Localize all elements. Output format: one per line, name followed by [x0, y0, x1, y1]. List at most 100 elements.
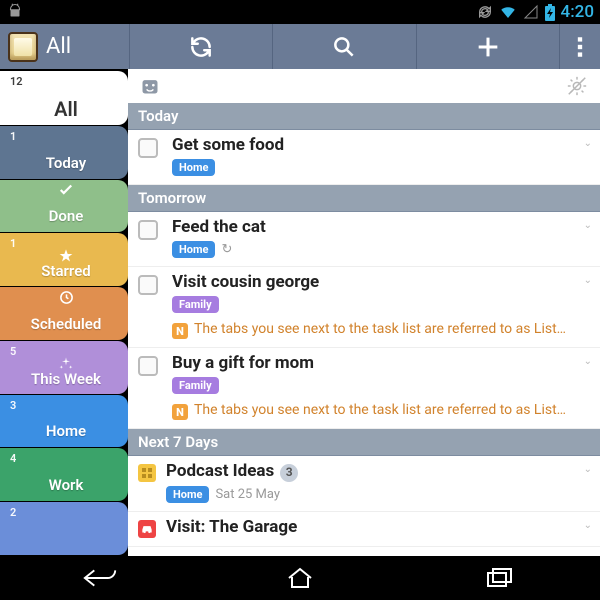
sidebar-item-all[interactable]: 12 All — [0, 71, 128, 125]
task-row[interactable]: Buy a gift for mom Family NThe tabs you se… — [128, 348, 600, 429]
main-area: 12 All 1 Today Done 1 Starred Scheduled 5 This We… — [0, 69, 600, 556]
sidebar-count: 2 — [10, 506, 122, 519]
recur-icon: ↻ — [221, 242, 232, 257]
plus-icon — [474, 33, 502, 61]
search-icon — [331, 34, 357, 60]
brightness-icon[interactable] — [566, 75, 588, 97]
section-header: Tomorrow — [128, 185, 600, 212]
sidebar-count: 12 — [10, 75, 122, 88]
tag-badge: Home — [166, 486, 209, 503]
sidebar-item-label: Scheduled — [10, 316, 122, 332]
task-title: Visit cousin george — [172, 273, 590, 292]
sidebar-item-label: Work — [10, 477, 122, 493]
sidebar-item-home[interactable]: 3 Home — [0, 395, 128, 448]
app-title-block[interactable]: All — [0, 24, 130, 69]
sidebar-item-starred[interactable]: 1 Starred — [0, 233, 128, 286]
task-title: Feed the cat — [172, 218, 590, 237]
chevron-down-icon: ⌄ — [584, 220, 592, 231]
note-icon: N — [172, 323, 188, 339]
sidebar-count: 4 — [10, 452, 122, 465]
task-title: Podcast Ideas3 — [166, 462, 590, 482]
task-row[interactable]: Visit: The Garage⌄ — [128, 512, 600, 547]
status-time: 4:20 — [561, 2, 594, 22]
section-header: Today — [128, 103, 600, 130]
sync-icon — [188, 34, 214, 60]
nav-home-button[interactable] — [200, 556, 400, 600]
sidebar-count: 3 — [10, 399, 122, 412]
sync-button[interactable] — [130, 24, 273, 69]
cell-signal-icon — [523, 4, 539, 20]
task-title: Buy a gift for mom — [172, 354, 590, 373]
nav-recent-button[interactable] — [400, 556, 600, 600]
task-checkbox[interactable] — [138, 220, 158, 240]
task-count: 3 — [280, 464, 298, 482]
page-title: All — [46, 34, 71, 59]
sidebar-item-scheduled[interactable]: Scheduled — [0, 287, 128, 340]
action-bar: All — [0, 24, 600, 69]
task-row[interactable]: Podcast Ideas3 Home Sat 25 May ⌄ — [128, 456, 600, 512]
note-icon: N — [172, 404, 188, 420]
chevron-down-icon: ⌄ — [584, 138, 592, 149]
task-row[interactable]: Visit cousin george Family NThe tabs you s… — [128, 267, 600, 348]
sidebar-item-label: All — [10, 101, 122, 117]
sidebar-item-label: Done — [10, 208, 122, 224]
sidebar-item-thisweek[interactable]: 5 This Week — [0, 341, 128, 394]
sidebar-item-done[interactable]: Done — [0, 180, 128, 233]
calendar-icon[interactable] — [140, 76, 160, 96]
clock-icon — [10, 290, 122, 304]
content-toolbar — [128, 69, 600, 103]
sidebar-count: 1 — [10, 130, 122, 143]
overflow-button[interactable] — [560, 24, 600, 69]
sidebar-count: 5 — [10, 345, 122, 358]
tag-badge: Family — [172, 296, 219, 313]
sidebar-item-label: This Week — [10, 371, 122, 387]
sidebar: 12 All 1 Today Done 1 Starred Scheduled 5 This We… — [0, 69, 128, 556]
task-row[interactable]: Feed the cat Home ↻ ⌄ — [128, 212, 600, 267]
android-nav-bar — [0, 556, 600, 600]
list-type-icon — [138, 464, 156, 482]
sidebar-item-label: Starred — [10, 263, 122, 279]
tag-badge: Home — [172, 159, 215, 176]
task-checkbox[interactable] — [138, 138, 158, 158]
sidebar-item-family[interactable]: 2 — [0, 502, 128, 555]
task-checkbox[interactable] — [138, 275, 158, 295]
add-button[interactable] — [417, 24, 560, 69]
task-note: NThe tabs you see next to the task list … — [172, 321, 590, 339]
chevron-down-icon: ⌄ — [584, 464, 592, 475]
overflow-icon — [570, 34, 590, 60]
task-note: NThe tabs you see next to the task list … — [172, 402, 590, 420]
app-icon — [8, 32, 38, 62]
sidebar-item-label: Today — [10, 155, 122, 171]
task-title: Visit: The Garage — [166, 518, 590, 537]
section-header: Next 7 Days — [128, 429, 600, 456]
wifi-icon — [499, 4, 517, 20]
home-icon — [285, 566, 315, 590]
task-row[interactable]: Get some food Home ⌄ — [128, 130, 600, 185]
android-logo-icon — [6, 3, 24, 21]
back-icon — [81, 566, 119, 590]
chevron-down-icon: ⌄ — [584, 356, 592, 367]
sidebar-item-work[interactable]: 4 Work — [0, 448, 128, 501]
nav-back-button[interactable] — [0, 556, 200, 600]
recent-icon — [485, 567, 515, 589]
android-status-bar: 4:20 — [0, 0, 600, 24]
sync-status-icon — [477, 4, 493, 20]
task-date: Sat 25 May — [215, 487, 280, 502]
sidebar-item-label: Home — [10, 423, 122, 439]
sidebar-item-today[interactable]: 1 Today — [0, 126, 128, 179]
check-icon — [10, 183, 122, 197]
spark-icon — [10, 357, 122, 371]
star-icon — [10, 249, 122, 263]
tag-badge: Family — [172, 377, 219, 394]
task-title: Get some food — [172, 136, 590, 155]
list-type-icon — [138, 520, 156, 538]
sidebar-count: 1 — [10, 237, 122, 250]
chevron-down-icon: ⌄ — [584, 520, 592, 531]
search-button[interactable] — [273, 24, 416, 69]
tag-badge: Home — [172, 241, 215, 258]
task-list[interactable]: TodayGet some foodHome⌄TomorrowFeed the … — [128, 103, 600, 556]
battery-charging-icon — [545, 4, 555, 21]
task-pane: TodayGet some foodHome⌄TomorrowFeed the … — [128, 69, 600, 556]
chevron-down-icon: ⌄ — [584, 275, 592, 286]
task-checkbox[interactable] — [138, 356, 158, 376]
